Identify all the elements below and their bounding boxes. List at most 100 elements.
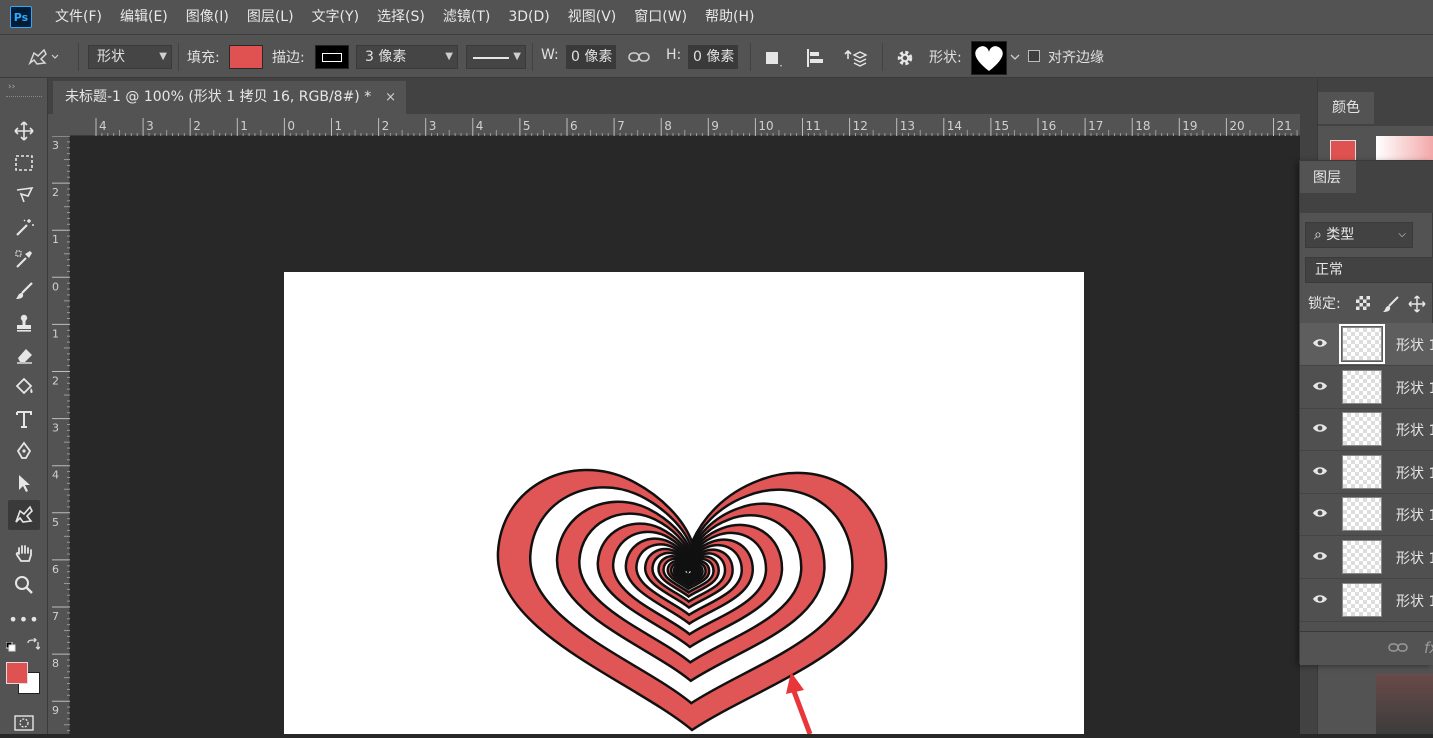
menu-select[interactable]: 选择(S) bbox=[368, 0, 434, 34]
document-tab[interactable]: 未标题-1 @ 100% (形状 1 拷贝 16, RGB/8#) * × bbox=[53, 81, 406, 114]
layer-row[interactable]: 形状 1 bbox=[1300, 451, 1433, 494]
ruler-label: 19 bbox=[1182, 119, 1197, 133]
menu-help[interactable]: 帮助(H) bbox=[696, 0, 763, 34]
layer-name[interactable]: 形状 1 bbox=[1396, 420, 1433, 440]
layer-row[interactable]: 形状 1 bbox=[1300, 536, 1433, 579]
eyedropper-tool[interactable] bbox=[8, 244, 40, 274]
menu-image[interactable]: 图像(I) bbox=[177, 0, 238, 34]
swap-colors-icon[interactable] bbox=[26, 637, 41, 652]
ruler-label: 1 bbox=[52, 327, 59, 340]
collapse-icon[interactable]: ›› bbox=[8, 82, 15, 92]
layer-thumbnail[interactable] bbox=[1342, 454, 1382, 489]
eye-icon[interactable] bbox=[1312, 337, 1328, 353]
stroke-width-field[interactable]: 3 像素 ▼ bbox=[356, 45, 458, 69]
shape-picker[interactable] bbox=[971, 41, 1007, 75]
color-ramp[interactable] bbox=[1376, 136, 1433, 160]
eye-icon[interactable] bbox=[1312, 550, 1328, 566]
layer-row[interactable]: 形状 1 bbox=[1300, 408, 1433, 452]
eye-icon[interactable] bbox=[1312, 465, 1328, 481]
layer-name[interactable]: 形状 1 bbox=[1396, 591, 1433, 611]
path-arrangement-icon[interactable] bbox=[842, 46, 870, 70]
type-tool[interactable] bbox=[8, 404, 40, 434]
hand-tool[interactable] bbox=[8, 538, 40, 568]
align-edges-checkbox[interactable] bbox=[1028, 50, 1040, 62]
menu-file[interactable]: 文件(F) bbox=[46, 0, 111, 34]
layers-panel: 图层 ⌕ 类型 ⌵ 正常 锁定: 形状 1 形状 1 形状 1 形状 1 形状 1 形状 … bbox=[1299, 160, 1433, 665]
layer-name[interactable]: 形状 1 bbox=[1396, 505, 1433, 525]
layer-thumbnail[interactable] bbox=[1339, 324, 1385, 364]
default-colors-icon[interactable] bbox=[5, 640, 16, 652]
lock-transparent-icon[interactable] bbox=[1356, 296, 1370, 310]
menu-filter[interactable]: 滤镜(T) bbox=[434, 0, 499, 34]
layer-name[interactable]: 形状 1 bbox=[1396, 548, 1433, 568]
heart-artwork bbox=[496, 468, 888, 732]
tab-layers[interactable]: 图层 bbox=[1300, 161, 1356, 193]
layer-name[interactable]: 形状 1 bbox=[1396, 463, 1433, 483]
lock-pixels-icon[interactable] bbox=[1382, 295, 1400, 313]
layer-row[interactable]: 形状 1 bbox=[1300, 493, 1433, 537]
menu-type[interactable]: 文字(Y) bbox=[303, 0, 368, 34]
layer-filter-select[interactable]: ⌕ 类型 ⌵ bbox=[1305, 222, 1413, 248]
menu-layer[interactable]: 图层(L) bbox=[238, 0, 303, 34]
layer-thumbnail[interactable] bbox=[1342, 497, 1382, 532]
stroke-type-select[interactable]: ▼ bbox=[466, 45, 526, 69]
zoom-tool[interactable] bbox=[8, 570, 40, 600]
fill-color-swatch[interactable] bbox=[229, 45, 263, 69]
layer-thumbnail[interactable] bbox=[1342, 369, 1382, 404]
pen-tool[interactable] bbox=[8, 436, 40, 466]
path-selection-tool[interactable] bbox=[8, 468, 40, 498]
layer-row[interactable]: 形状 1 bbox=[1300, 323, 1433, 366]
stroke-color-swatch[interactable] bbox=[315, 45, 349, 69]
brush-tool[interactable] bbox=[8, 276, 40, 306]
document-canvas[interactable] bbox=[284, 272, 1084, 734]
paint-bucket-tool[interactable] bbox=[8, 372, 40, 402]
menu-edit[interactable]: 编辑(E) bbox=[111, 0, 177, 34]
layer-thumbnail[interactable] bbox=[1342, 412, 1382, 447]
link-icon[interactable] bbox=[626, 47, 652, 67]
menu-3d[interactable]: 3D(D) bbox=[499, 0, 558, 34]
vertical-ruler: 3 2 1 0 1 2 3 4 5 6 7 8 9 bbox=[48, 136, 70, 734]
eye-icon[interactable] bbox=[1312, 380, 1328, 396]
width-input[interactable]: 0 像素 bbox=[566, 45, 616, 69]
magic-wand-icon bbox=[16, 219, 34, 236]
move-tool[interactable] bbox=[8, 116, 40, 146]
custom-shape-tool[interactable] bbox=[8, 500, 40, 530]
link-layers-icon[interactable] bbox=[1388, 642, 1410, 656]
eye-icon[interactable] bbox=[1312, 593, 1328, 609]
ruler-label: 1 bbox=[52, 233, 59, 246]
layer-name[interactable]: 形状 1 bbox=[1396, 378, 1433, 398]
ruler-label: 0 bbox=[52, 280, 59, 293]
marquee-tool[interactable] bbox=[8, 148, 40, 178]
layer-row[interactable]: 形状 1 bbox=[1300, 579, 1433, 622]
lasso-tool[interactable] bbox=[8, 180, 40, 210]
eye-icon[interactable] bbox=[1312, 422, 1328, 438]
layer-row[interactable]: 形状 1 bbox=[1300, 366, 1433, 409]
blend-mode-select[interactable]: 正常 bbox=[1305, 257, 1433, 283]
close-icon[interactable]: × bbox=[385, 81, 396, 114]
ruler-label: 0 bbox=[287, 119, 295, 133]
magic-wand-tool[interactable] bbox=[8, 212, 40, 242]
path-operations-icon[interactable] bbox=[760, 46, 786, 70]
ruler-label: 14 bbox=[947, 119, 962, 133]
menu-window[interactable]: 窗口(W) bbox=[625, 0, 696, 34]
eye-icon[interactable] bbox=[1312, 507, 1328, 523]
tab-color[interactable]: 颜色 bbox=[1318, 92, 1374, 124]
stamp-tool[interactable] bbox=[8, 308, 40, 338]
horizontal-ruler: 4 3 2 1 0 1 2 3 4 5 6 7 8 9 10 11 12 13 14 15 16 17 18 19 20 21 bbox=[70, 114, 1300, 136]
lock-position-icon[interactable] bbox=[1408, 295, 1426, 313]
height-input[interactable]: 0 像素 bbox=[688, 45, 738, 69]
more-tools[interactable]: ••• bbox=[8, 604, 40, 634]
tool-preset-picker[interactable] bbox=[22, 45, 62, 69]
lock-label: 锁定: bbox=[1308, 296, 1341, 312]
layer-thumbnail[interactable] bbox=[1342, 582, 1382, 617]
fx-icon[interactable]: fx bbox=[1424, 639, 1433, 657]
chevron-down-icon[interactable] bbox=[1008, 47, 1022, 67]
layer-name[interactable]: 形状 1 bbox=[1396, 335, 1433, 355]
eraser-tool[interactable] bbox=[8, 340, 40, 370]
menu-view[interactable]: 视图(V) bbox=[559, 0, 626, 34]
tool-mode-select[interactable]: 形状 ▼ bbox=[88, 45, 172, 69]
gear-icon[interactable] bbox=[892, 46, 918, 70]
layer-thumbnail[interactable] bbox=[1342, 540, 1382, 574]
foreground-color-swatch[interactable] bbox=[6, 662, 28, 684]
path-alignment-icon[interactable] bbox=[802, 46, 828, 70]
